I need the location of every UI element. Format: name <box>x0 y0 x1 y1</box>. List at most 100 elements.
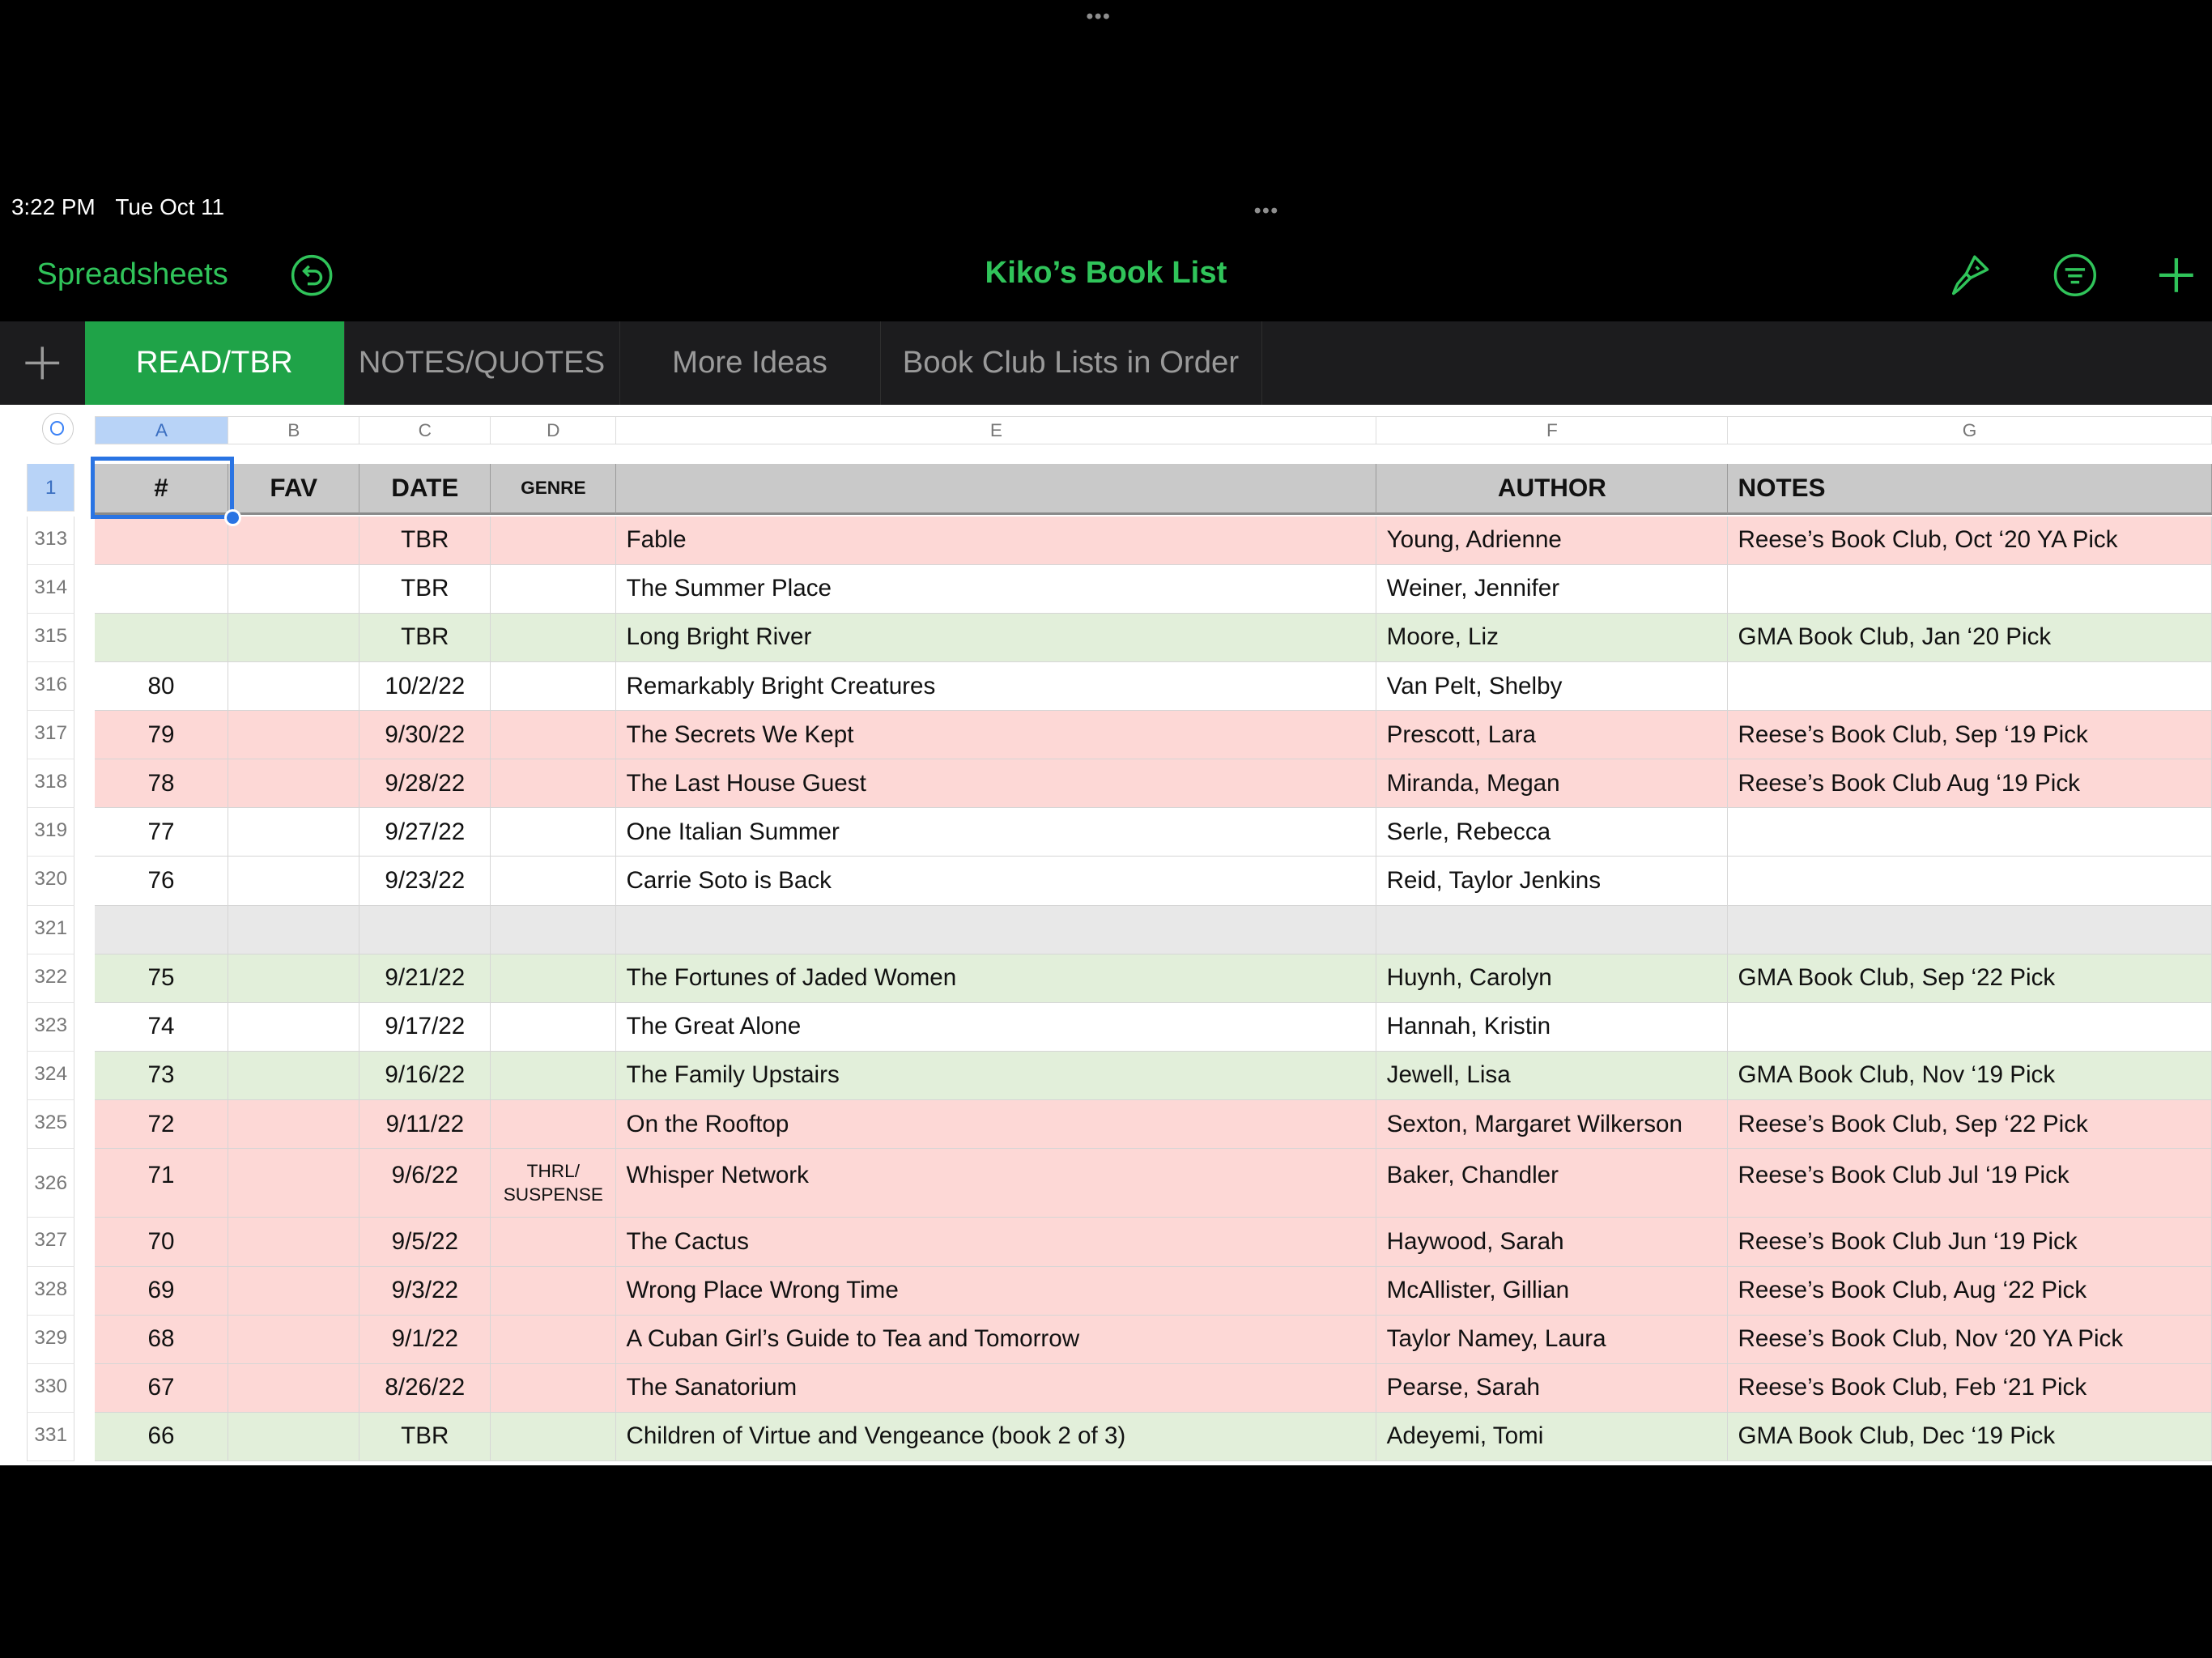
cell-title[interactable]: Fable <box>616 516 1377 565</box>
cell-author[interactable]: Miranda, Megan <box>1376 759 1729 809</box>
cell-num[interactable]: 66 <box>94 1412 229 1461</box>
header-date[interactable]: DATE <box>359 464 491 515</box>
cell-fav[interactable] <box>228 711 360 760</box>
cell-num[interactable] <box>94 516 229 565</box>
row-header[interactable]: 329 <box>27 1315 75 1364</box>
cell-date[interactable]: 9/30/22 <box>359 711 491 760</box>
cell-num[interactable]: 78 <box>94 759 229 809</box>
cell-fav[interactable] <box>228 1412 360 1461</box>
header-fav[interactable]: FAV <box>228 464 360 515</box>
cell-notes[interactable]: GMA Book Club, Sep ‘22 Pick <box>1728 954 2212 1003</box>
row-header[interactable]: 317 <box>27 711 75 760</box>
column-header-e[interactable]: E <box>616 415 1377 444</box>
row-header[interactable]: 324 <box>27 1051 75 1100</box>
row-header[interactable]: 326 <box>27 1149 75 1218</box>
cell-genre[interactable] <box>491 1363 617 1413</box>
cell-num[interactable]: 80 <box>94 662 229 712</box>
cell-title[interactable]: Remarkably Bright Creatures <box>616 662 1377 712</box>
cell-notes[interactable]: Reese’s Book Club Jul ‘19 Pick <box>1728 1149 2212 1218</box>
cell-date[interactable]: TBR <box>359 516 491 565</box>
cell-num[interactable]: 74 <box>94 1002 229 1052</box>
row-header[interactable]: 321 <box>27 905 75 954</box>
cell-num[interactable]: 77 <box>94 808 229 857</box>
cell-title[interactable]: The Fortunes of Jaded Women <box>616 954 1377 1003</box>
cell-num[interactable]: 75 <box>94 954 229 1003</box>
cell-date[interactable]: TBR <box>359 1412 491 1461</box>
row-header[interactable]: 322 <box>27 954 75 1003</box>
cell-genre[interactable] <box>491 1218 617 1267</box>
cell-title[interactable]: The Last House Guest <box>616 759 1377 809</box>
column-header-b[interactable]: B <box>228 415 360 444</box>
cell-notes[interactable]: GMA Book Club, Nov ‘19 Pick <box>1728 1051 2212 1100</box>
cell-title[interactable]: The Cactus <box>616 1218 1377 1267</box>
cell-title[interactable]: The Secrets We Kept <box>616 711 1377 760</box>
cell-title[interactable] <box>616 905 1377 954</box>
document-title[interactable]: Kiko’s Book List <box>0 255 2212 291</box>
row-header[interactable]: 320 <box>27 857 75 906</box>
cell-title[interactable]: The Sanatorium <box>616 1363 1377 1413</box>
cell-title[interactable]: Long Bright River <box>616 613 1377 662</box>
cell-notes[interactable] <box>1728 857 2212 906</box>
cell-notes[interactable]: Reese’s Book Club, Nov ‘20 YA Pick <box>1728 1315 2212 1364</box>
cell-notes[interactable]: GMA Book Club, Jan ‘20 Pick <box>1728 613 2212 662</box>
cell-num[interactable]: 70 <box>94 1218 229 1267</box>
cell-num[interactable]: 69 <box>94 1266 229 1316</box>
cell-fav[interactable] <box>228 662 360 712</box>
cell-genre[interactable] <box>491 759 617 809</box>
cell-genre[interactable] <box>491 1099 617 1150</box>
cell-genre[interactable] <box>491 1051 617 1100</box>
cell-date[interactable]: 9/17/22 <box>359 1002 491 1052</box>
cell-num[interactable]: 71 <box>94 1149 229 1218</box>
cell-author[interactable]: Young, Adrienne <box>1376 516 1729 565</box>
cell-genre[interactable] <box>491 1002 617 1052</box>
cell-date[interactable]: 9/11/22 <box>359 1099 491 1150</box>
row-header[interactable]: 325 <box>27 1099 75 1150</box>
cell-title[interactable]: A Cuban Girl’s Guide to Tea and Tomorrow <box>616 1315 1377 1364</box>
cell-author[interactable]: Haywood, Sarah <box>1376 1218 1729 1267</box>
cell-num[interactable]: 79 <box>94 711 229 760</box>
cell-author[interactable]: Huynh, Carolyn <box>1376 954 1729 1003</box>
format-brush-icon[interactable] <box>1946 253 1992 298</box>
cell-author[interactable]: Prescott, Lara <box>1376 711 1729 760</box>
tab-more-ideas[interactable]: More Ideas <box>619 321 882 406</box>
cell-num[interactable] <box>94 613 229 662</box>
cell-date[interactable]: 9/5/22 <box>359 1218 491 1267</box>
cell-num[interactable] <box>94 564 229 614</box>
cell-fav[interactable] <box>228 1002 360 1052</box>
cell-notes[interactable]: Reese’s Book Club Aug ‘19 Pick <box>1728 759 2212 809</box>
cell-notes[interactable]: Reese’s Book Club, Feb ‘21 Pick <box>1728 1363 2212 1413</box>
cell-title[interactable]: On the Rooftop <box>616 1099 1377 1150</box>
cell-notes[interactable] <box>1728 564 2212 614</box>
row-header[interactable]: 313 <box>27 516 75 565</box>
cell-date[interactable]: 9/28/22 <box>359 759 491 809</box>
cell-genre[interactable] <box>491 954 617 1003</box>
cell-num[interactable]: 67 <box>94 1363 229 1413</box>
row-header-1[interactable]: 1 <box>27 464 75 512</box>
header-notes[interactable]: NOTES <box>1728 464 2212 515</box>
cell-fav[interactable] <box>228 1218 360 1267</box>
cell-date[interactable]: 9/1/22 <box>359 1315 491 1364</box>
cell-genre[interactable] <box>491 564 617 614</box>
tab-read-tbr[interactable]: READ/TBR <box>84 321 346 406</box>
cell-fav[interactable] <box>228 954 360 1003</box>
cell-title[interactable]: One Italian Summer <box>616 808 1377 857</box>
column-header-a[interactable]: A <box>94 415 229 444</box>
cell-author[interactable]: Pearse, Sarah <box>1376 1363 1729 1413</box>
cell-genre[interactable] <box>491 905 617 954</box>
add-sheet-icon[interactable] <box>0 321 85 405</box>
row-header[interactable]: 316 <box>27 662 75 712</box>
row-header[interactable]: 314 <box>27 564 75 614</box>
cell-fav[interactable] <box>228 613 360 662</box>
cell-genre[interactable] <box>491 516 617 565</box>
cell-num[interactable]: 73 <box>94 1051 229 1100</box>
cell-fav[interactable] <box>228 759 360 809</box>
cell-author[interactable]: Adeyemi, Tomi <box>1376 1412 1729 1461</box>
cell-author[interactable]: Baker, Chandler <box>1376 1149 1729 1218</box>
cell-fav[interactable] <box>228 1363 360 1413</box>
select-table-handle[interactable] <box>42 413 74 444</box>
cell-author[interactable]: Serle, Rebecca <box>1376 808 1729 857</box>
cell-fav[interactable] <box>228 564 360 614</box>
cell-title[interactable]: The Family Upstairs <box>616 1051 1377 1100</box>
cell-title[interactable]: The Summer Place <box>616 564 1377 614</box>
multitask-dots-icon[interactable]: ••• <box>1087 6 1112 28</box>
